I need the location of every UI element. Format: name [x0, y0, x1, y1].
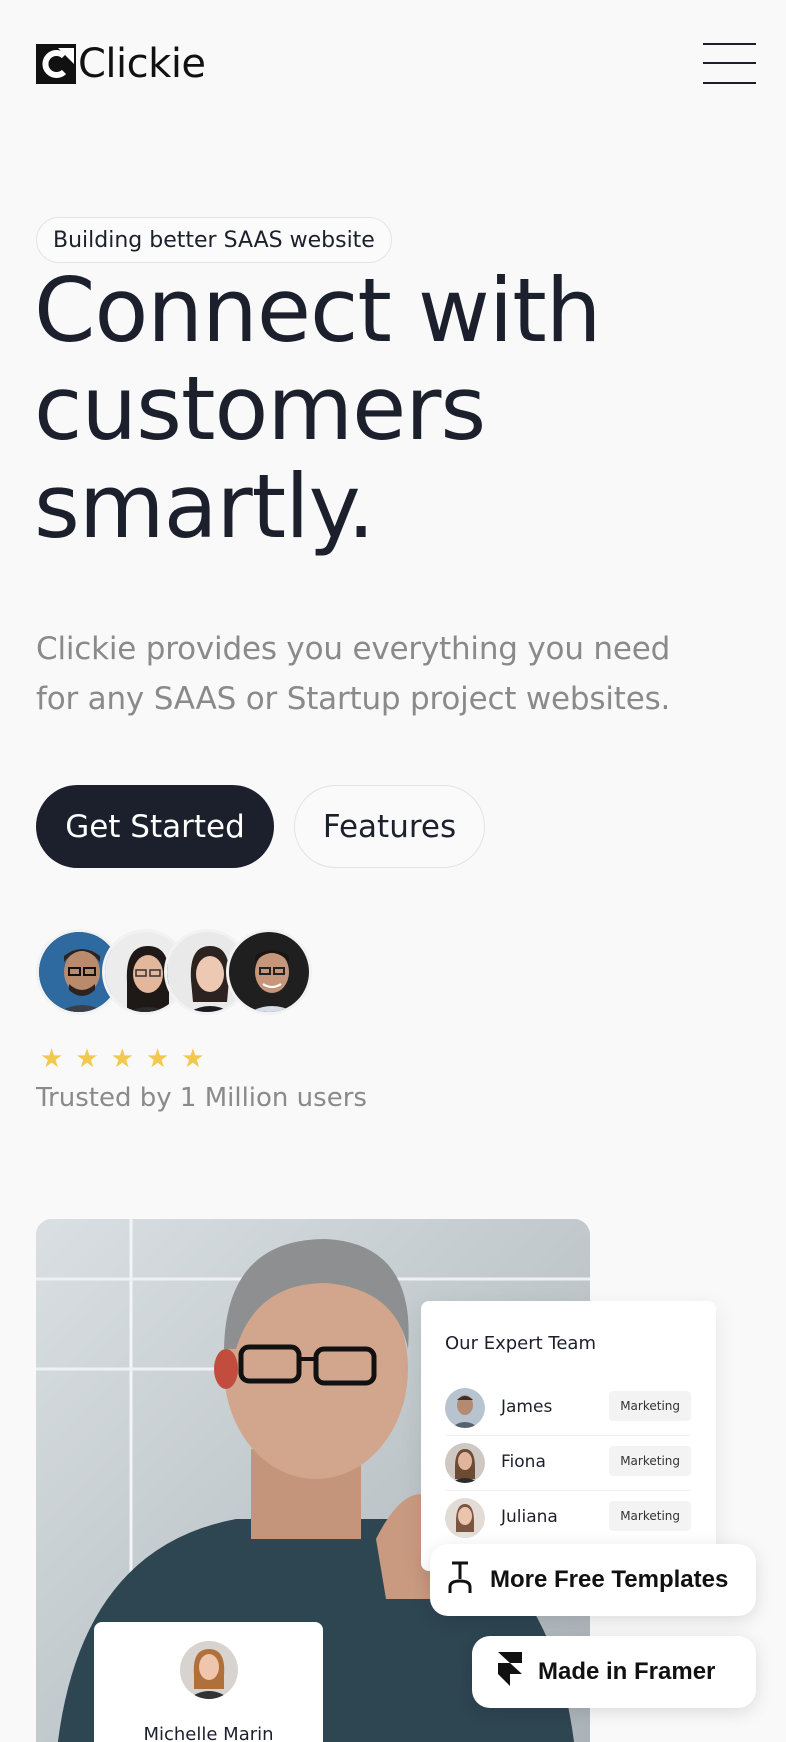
framer-icon — [498, 1651, 522, 1693]
headline-line-2: customers — [34, 357, 486, 460]
person-card: Michelle Marin — [94, 1622, 323, 1742]
team-member-role: Marketing — [609, 1391, 691, 1421]
divider — [445, 1490, 691, 1491]
hero-badge: Building better SAAS website — [36, 217, 392, 263]
person-name: Michelle Marin — [143, 1724, 274, 1742]
star-icon: ★ — [145, 1044, 170, 1074]
star-icon: ★ — [110, 1044, 134, 1074]
team-member-role: Marketing — [609, 1501, 691, 1531]
templates-label: More Free Templates — [490, 1566, 729, 1593]
headline-line-1: Connect with — [34, 259, 602, 362]
team-member-row[interactable]: Juliana Marketing — [445, 1494, 691, 1540]
template-icon — [446, 1559, 474, 1602]
team-member-role: Marketing — [609, 1446, 691, 1476]
team-card: Our Expert Team James Marketing Fiona Ma… — [421, 1301, 716, 1571]
subtext-line-2: for any SAAS or Startup project websites… — [36, 681, 671, 717]
divider — [445, 1435, 691, 1436]
logo[interactable]: Clickie — [36, 44, 206, 84]
hero-headline: Connect with customers smartly. — [34, 262, 774, 556]
features-button[interactable]: Features — [294, 785, 485, 868]
team-member-name: Juliana — [501, 1507, 558, 1527]
clickie-logo-icon — [36, 44, 76, 84]
rating-stars: ★ ★ ★ ★ ★ — [40, 1046, 205, 1072]
team-card-title: Our Expert Team — [445, 1333, 596, 1354]
hero-subtext: Clickie provides you everything you need… — [36, 624, 756, 724]
logo-text: Clickie — [78, 41, 206, 87]
team-member-name: James — [501, 1397, 553, 1417]
get-started-button[interactable]: Get Started — [36, 785, 274, 868]
star-icon: ★ — [181, 1044, 205, 1074]
subtext-line-1: Clickie provides you everything you need — [36, 631, 671, 667]
team-member-name: Fiona — [501, 1452, 546, 1472]
more-free-templates-button[interactable]: More Free Templates — [430, 1544, 756, 1616]
avatar — [180, 1641, 238, 1699]
avatar — [445, 1388, 485, 1428]
made-in-framer-button[interactable]: Made in Framer — [472, 1636, 756, 1708]
user-avatars — [36, 929, 346, 1017]
star-icon: ★ — [75, 1044, 99, 1074]
trusted-text: Trusted by 1 Million users — [36, 1083, 367, 1113]
headline-line-3: smartly. — [34, 455, 375, 558]
hamburger-menu-icon[interactable] — [703, 43, 756, 84]
avatar — [445, 1443, 485, 1483]
avatar — [445, 1498, 485, 1538]
team-member-row[interactable]: Fiona Marketing — [445, 1439, 691, 1485]
team-member-row[interactable]: James Marketing — [445, 1384, 691, 1430]
star-icon: ★ — [40, 1044, 64, 1074]
framer-label: Made in Framer — [538, 1658, 716, 1685]
avatar — [226, 929, 312, 1015]
